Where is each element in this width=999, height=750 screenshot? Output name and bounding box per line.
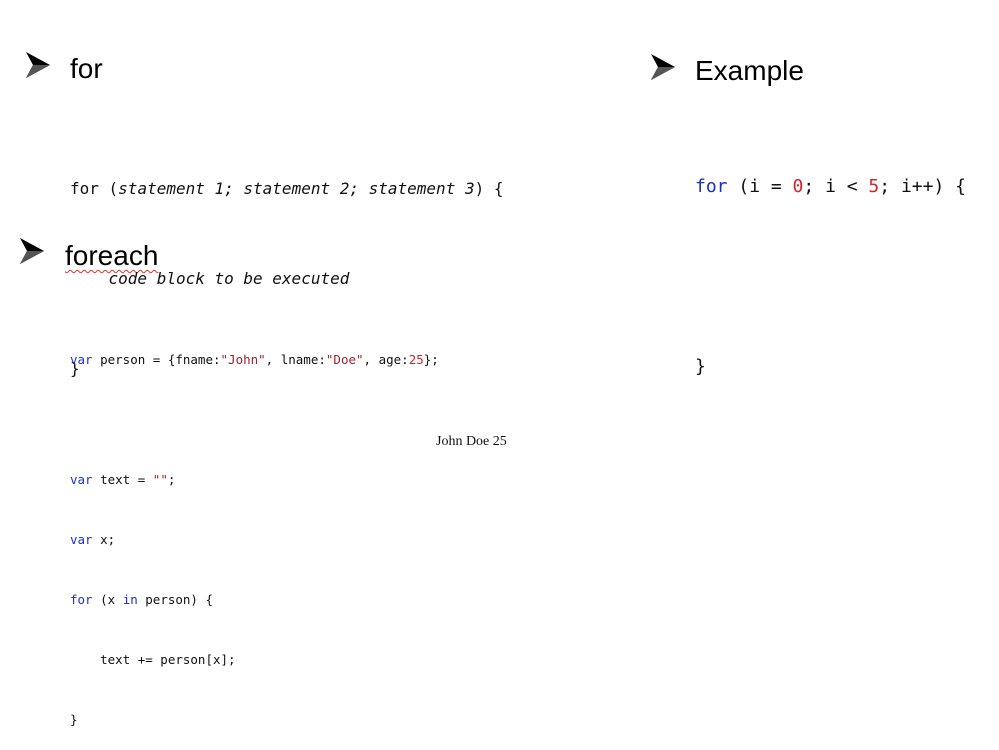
- code-line: for (x in person) {: [70, 592, 214, 607]
- arrow-bullet-icon: [24, 50, 52, 80]
- code-line: var x;: [70, 532, 116, 547]
- code-line: text += person[x];: [70, 652, 236, 667]
- code-line: var person = {fname:"John", lname:"Doe",…: [70, 352, 439, 367]
- syntax-line: for (statement 1; statement 2; statement…: [70, 179, 504, 198]
- arrow-bullet-icon: [649, 52, 677, 82]
- code-line: var text = "";: [70, 472, 176, 487]
- example-code-block: for (i = 0; i < 5; i++) { }: [695, 112, 966, 412]
- example-line: }: [695, 356, 706, 377]
- syntax-line: code block to be executed: [108, 269, 350, 288]
- foreach-output-text: John Doe 25: [436, 434, 507, 449]
- for-heading: for: [70, 53, 103, 84]
- foreach-code-block: var person = {fname:"John", lname:"Doe",…: [70, 310, 439, 750]
- example-blank-line: [695, 262, 966, 292]
- arrow-bullet-icon: [18, 236, 46, 266]
- example-heading: Example: [695, 55, 804, 86]
- example-line: for (i = 0; i < 5; i++) {: [695, 176, 966, 197]
- code-line: }: [70, 712, 78, 727]
